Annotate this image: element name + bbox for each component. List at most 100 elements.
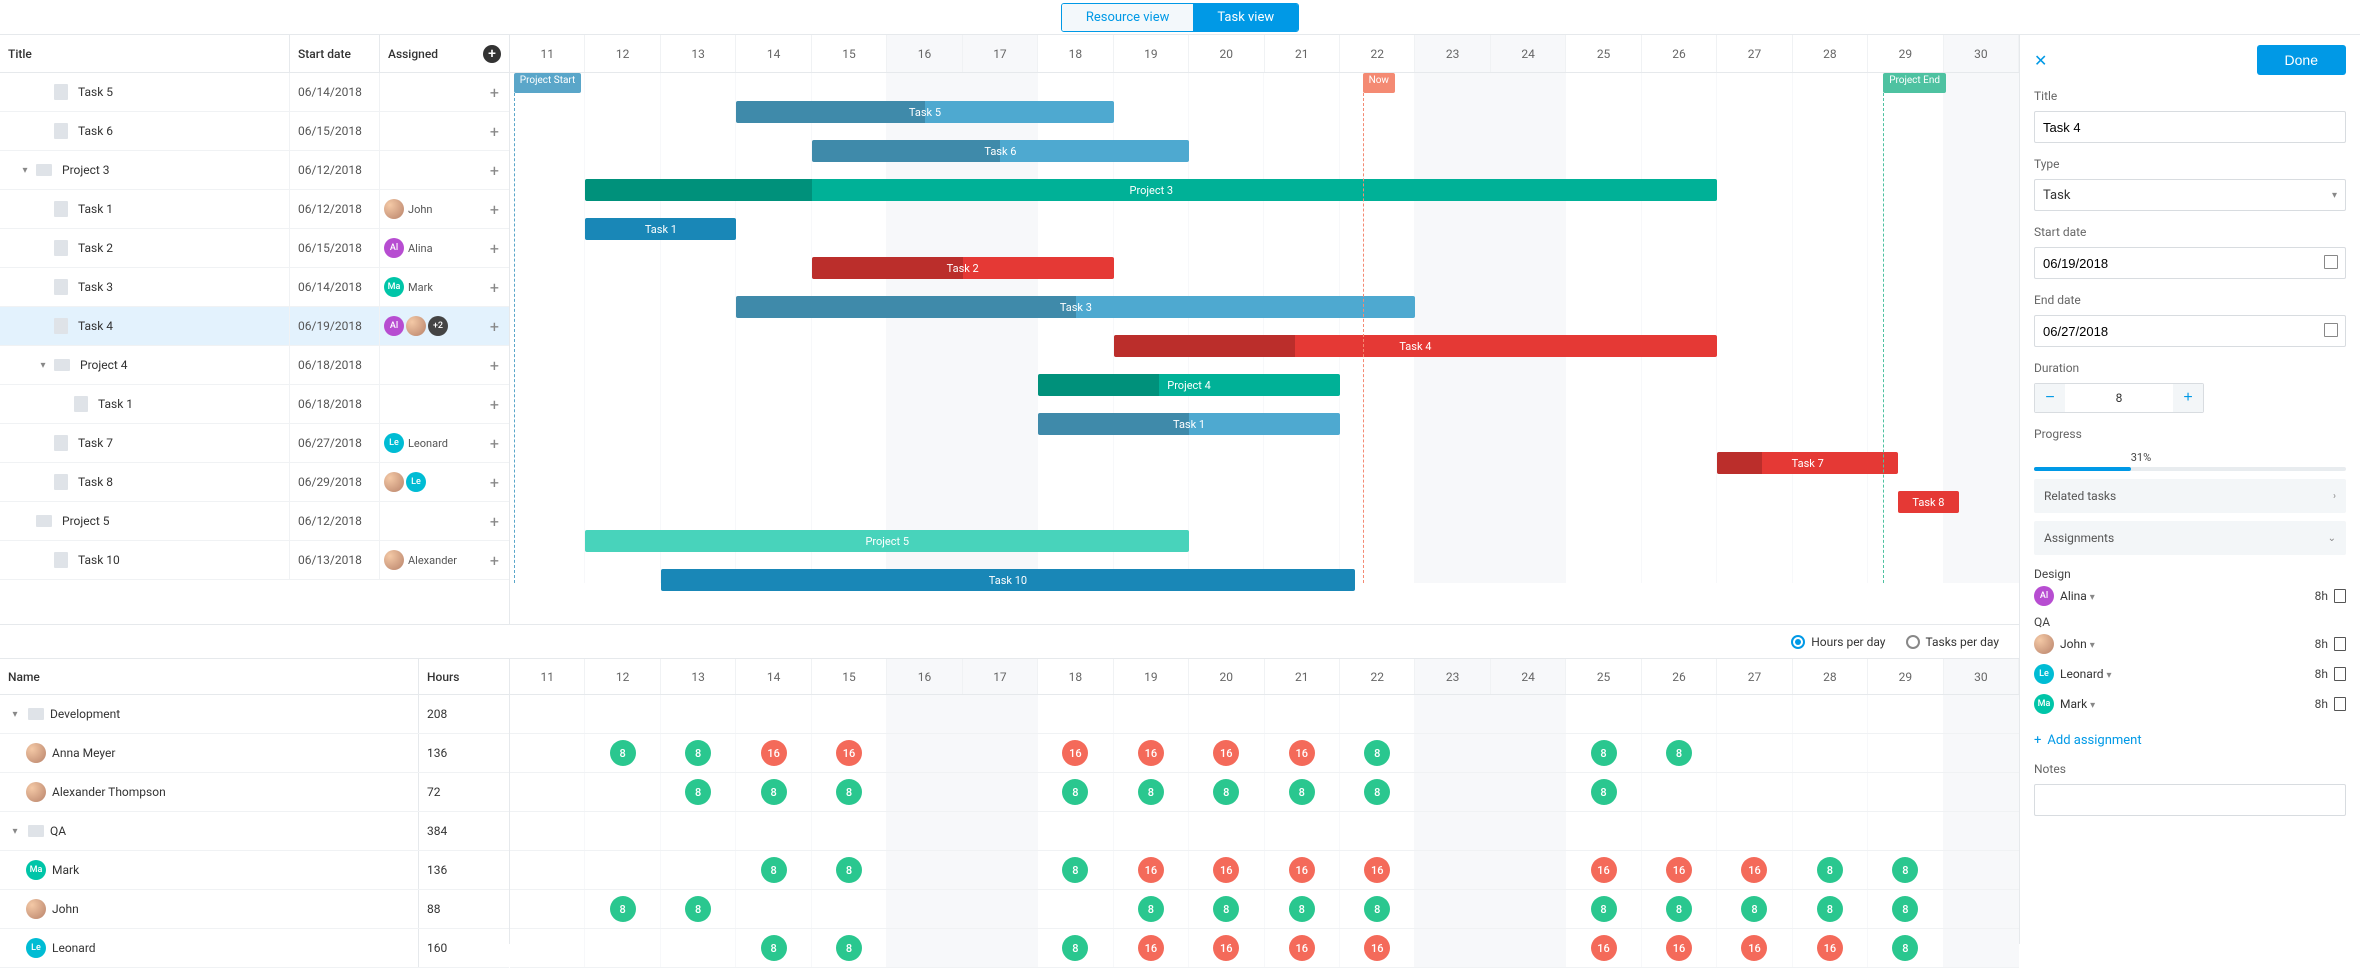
gantt-bar[interactable]: Task 5 [736, 101, 1113, 123]
tab-task-view[interactable]: Task view [1193, 4, 1298, 31]
add-subtask-button[interactable]: + [490, 395, 499, 414]
assignment-row[interactable]: AlAlina ▾8h [2034, 581, 2346, 611]
hours-pill[interactable]: 8 [1289, 896, 1315, 922]
duration-decrease[interactable]: − [2035, 384, 2065, 412]
hours-pill[interactable]: 8 [1138, 779, 1164, 805]
chevron-down-icon[interactable]: ▾ [2107, 670, 2112, 681]
hours-pill[interactable]: 16 [1817, 935, 1843, 961]
hours-pill[interactable]: 16 [1138, 935, 1164, 961]
gantt-bar[interactable]: Task 7 [1717, 452, 1898, 474]
hours-pill[interactable]: 16 [1289, 857, 1315, 883]
hours-pill[interactable]: 16 [1364, 857, 1390, 883]
task-row[interactable]: Task 106/18/2018+ [0, 385, 509, 424]
trash-icon[interactable] [2334, 667, 2346, 681]
hours-pill[interactable]: 8 [836, 779, 862, 805]
gantt-bar[interactable]: Task 10 [661, 569, 1355, 591]
duration-increase[interactable]: + [2173, 384, 2203, 412]
task-row[interactable]: Task 1006/13/2018Alexander+ [0, 541, 509, 580]
hours-pill[interactable]: 8 [1062, 857, 1088, 883]
task-row[interactable]: Task 106/12/2018John+ [0, 190, 509, 229]
trash-icon[interactable] [2334, 637, 2346, 651]
hours-pill[interactable]: 16 [1741, 935, 1767, 961]
hours-pill[interactable]: 16 [1666, 857, 1692, 883]
chevron-down-icon[interactable]: ▾ [2090, 592, 2095, 603]
hours-pill[interactable]: 8 [1666, 896, 1692, 922]
hours-pill[interactable]: 16 [1289, 740, 1315, 766]
assignment-row[interactable]: MaMark ▾8h [2034, 689, 2346, 719]
hours-pill[interactable]: 16 [1666, 935, 1692, 961]
add-subtask-button[interactable]: + [490, 161, 499, 180]
hours-pill[interactable]: 8 [1213, 779, 1239, 805]
type-select[interactable]: Task▾ [2034, 179, 2346, 211]
add-subtask-button[interactable]: + [490, 239, 499, 258]
assignment-row[interactable]: LeLeonard ▾8h [2034, 659, 2346, 689]
hours-pill[interactable]: 16 [1213, 740, 1239, 766]
hours-pill[interactable]: 16 [761, 740, 787, 766]
task-row[interactable]: Task 706/27/2018LeLeonard+ [0, 424, 509, 463]
add-subtask-button[interactable]: + [490, 122, 499, 141]
gantt-bar[interactable]: Task 3 [736, 296, 1415, 318]
hours-pill[interactable]: 8 [836, 857, 862, 883]
end-date-input[interactable] [2034, 315, 2346, 347]
assignee-name[interactable]: Leonard ▾ [2060, 667, 2309, 681]
task-row[interactable]: Task 506/14/2018+ [0, 73, 509, 112]
add-subtask-button[interactable]: + [490, 83, 499, 102]
close-icon[interactable]: ✕ [2034, 51, 2047, 70]
tree-chevron-icon[interactable]: ▾ [8, 709, 22, 720]
hours-pill[interactable]: 8 [1741, 896, 1767, 922]
hours-pill[interactable]: 16 [1138, 857, 1164, 883]
hours-pill[interactable]: 8 [1364, 779, 1390, 805]
task-row[interactable]: Project 506/12/2018+ [0, 502, 509, 541]
hours-pill[interactable]: 8 [1138, 896, 1164, 922]
add-subtask-button[interactable]: + [490, 317, 499, 336]
tree-chevron-icon[interactable]: ▾ [8, 826, 22, 837]
add-subtask-button[interactable]: + [490, 512, 499, 531]
hours-pill[interactable]: 8 [761, 779, 787, 805]
hours-pill[interactable]: 16 [1138, 740, 1164, 766]
chevron-down-icon[interactable]: ▾ [2090, 640, 2095, 651]
hours-pill[interactable]: 8 [1364, 740, 1390, 766]
gantt-bar[interactable]: Task 6 [812, 140, 1189, 162]
hours-pill[interactable]: 16 [1741, 857, 1767, 883]
radio-hours-per-day[interactable]: Hours per day [1791, 635, 1885, 649]
trash-icon[interactable] [2334, 697, 2346, 711]
workload-row[interactable]: ▾Development208 [0, 695, 509, 734]
hours-pill[interactable]: 16 [836, 740, 862, 766]
gantt-bar[interactable]: Project 3 [585, 179, 1717, 201]
workload-row[interactable]: LeLeonard160 [0, 929, 509, 968]
hours-pill[interactable]: 8 [1892, 857, 1918, 883]
add-task-button[interactable]: + [483, 45, 501, 63]
tree-chevron-icon[interactable]: ▾ [36, 360, 50, 371]
progress-slider[interactable]: 31% [2034, 467, 2346, 471]
hours-pill[interactable]: 16 [1062, 740, 1088, 766]
notes-input[interactable] [2034, 784, 2346, 816]
hours-pill[interactable]: 8 [1591, 896, 1617, 922]
hours-pill[interactable]: 16 [1289, 935, 1315, 961]
hours-pill[interactable]: 8 [761, 857, 787, 883]
gantt-bar[interactable]: Task 1 [585, 218, 736, 240]
hours-pill[interactable]: 8 [685, 740, 711, 766]
gantt-bar[interactable]: Project 5 [585, 530, 1189, 552]
hours-pill[interactable]: 8 [1591, 740, 1617, 766]
task-row[interactable]: Task 306/14/2018MaMark+ [0, 268, 509, 307]
workload-row[interactable]: Anna Meyer136 [0, 734, 509, 773]
radio-tasks-per-day[interactable]: Tasks per day [1906, 635, 2000, 649]
gantt-timeline[interactable]: 1112131415161718192021222324252627282930… [510, 35, 2019, 624]
gantt-bar[interactable]: Task 8 [1898, 491, 1958, 513]
calendar-icon[interactable] [2324, 255, 2338, 269]
gantt-bar[interactable]: Task 1 [1038, 413, 1340, 435]
calendar-icon[interactable] [2324, 323, 2338, 337]
hours-pill[interactable]: 8 [1892, 935, 1918, 961]
task-row[interactable]: ▾Project 306/12/2018+ [0, 151, 509, 190]
add-subtask-button[interactable]: + [490, 356, 499, 375]
trash-icon[interactable] [2334, 589, 2346, 603]
task-row[interactable]: Task 806/29/2018Le+ [0, 463, 509, 502]
assignee-name[interactable]: Alina ▾ [2060, 589, 2309, 603]
hours-pill[interactable]: 8 [1289, 779, 1315, 805]
add-subtask-button[interactable]: + [490, 551, 499, 570]
section-related-tasks[interactable]: Related tasks› [2034, 479, 2346, 513]
hours-pill[interactable]: 8 [610, 740, 636, 766]
tree-chevron-icon[interactable]: ▾ [18, 165, 32, 176]
add-subtask-button[interactable]: + [490, 200, 499, 219]
hours-pill[interactable]: 8 [761, 935, 787, 961]
